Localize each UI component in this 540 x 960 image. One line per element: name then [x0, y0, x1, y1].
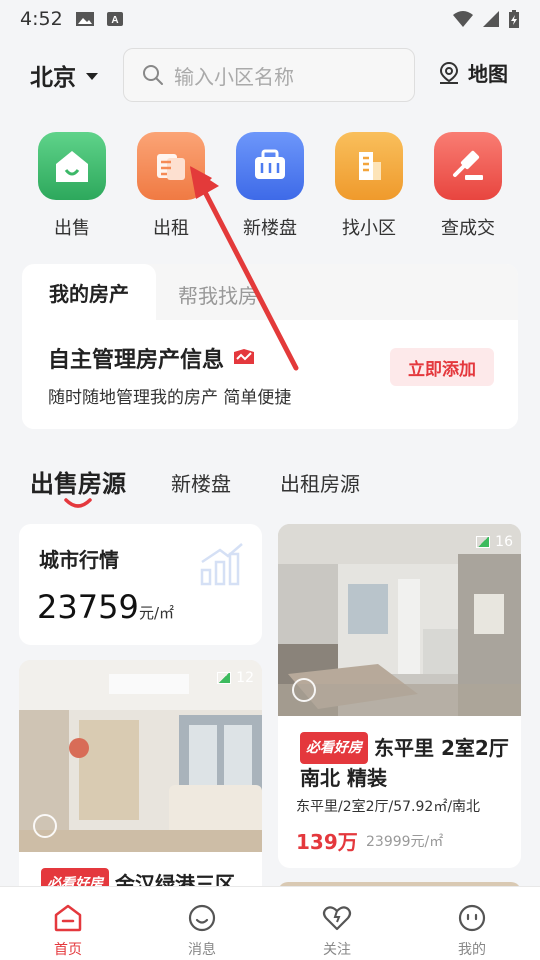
nav-label: 首页: [54, 942, 82, 958]
tab-for-sale[interactable]: 出售房源: [30, 464, 126, 499]
listing-unit-price: 23999元/㎡: [366, 834, 444, 850]
profile-icon: [458, 904, 486, 932]
market-unit: 元/㎡: [139, 604, 175, 622]
quick-action-label: 新楼盘: [243, 218, 297, 239]
app-notification-icon: A: [106, 12, 123, 26]
nav-favorites[interactable]: 关注: [297, 903, 377, 959]
tab-new-homes[interactable]: 新楼盘: [171, 468, 231, 497]
caret-down-icon: [86, 72, 98, 80]
chart-trend-icon: [200, 543, 243, 586]
panel-body: 自主管理房产信息 随时随地管理我的房产 简单便捷 立即添加: [22, 320, 518, 429]
city-selector[interactable]: 北京: [30, 58, 98, 92]
photo-count-value: 12: [236, 670, 254, 686]
tower-icon: [335, 132, 403, 200]
quick-action-new-homes[interactable]: 新楼盘: [220, 132, 320, 240]
battery-icon: [509, 10, 519, 28]
category-tabs: 出售房源 新楼盘 出租房源: [0, 462, 540, 512]
nav-messages[interactable]: 消息: [162, 903, 242, 959]
panel-subtitle: 随时随地管理我的房产 简单便捷: [48, 388, 292, 408]
verified-badge-icon: [234, 349, 255, 364]
tab-find-home[interactable]: 帮我找房: [178, 280, 258, 309]
panel-tabs: 我的房产 帮我找房: [22, 264, 518, 320]
svg-text:A: A: [111, 15, 118, 26]
search-placeholder: 输入小区名称: [174, 64, 294, 89]
quick-action-label: 查成交: [441, 218, 495, 239]
add-property-button[interactable]: 立即添加: [390, 348, 494, 386]
search-icon: [143, 65, 163, 85]
market-card[interactable]: 城市行情 23759 元/㎡: [19, 524, 262, 645]
quick-action-label: 出租: [153, 218, 189, 239]
map-label: 地图: [468, 62, 508, 86]
active-tab-indicator: [64, 498, 92, 508]
nav-profile[interactable]: 我的: [432, 903, 512, 959]
quick-action-find-community[interactable]: 找小区: [319, 132, 419, 240]
quick-action-rent[interactable]: 出租: [121, 132, 221, 240]
market-title: 城市行情: [39, 548, 119, 572]
property-panel: 我的房产 帮我找房 自主管理房产信息 随时随地管理我的房产 简单便捷 立即添加: [22, 264, 518, 429]
location-pin-icon: [439, 61, 459, 84]
nav-label: 我的: [458, 942, 486, 958]
quick-action-sell[interactable]: 出售: [22, 132, 122, 240]
vr-tour-icon[interactable]: [33, 814, 57, 838]
image-notification-icon: [75, 12, 94, 26]
gallery-icon: [476, 536, 491, 548]
listing-card[interactable]: 16 必看好房 东平里 2室2厅 南北 精装 东平里/2室2厅/57.92㎡/南北…: [278, 524, 521, 868]
listing-title-block: 必看好房 东平里 2室2厅 南北 精装: [300, 732, 512, 792]
header: 北京 输入小区名称 地图: [0, 46, 540, 104]
market-price: 23759: [37, 588, 139, 626]
tab-my-property[interactable]: 我的房产: [22, 264, 156, 320]
city-label: 北京: [30, 65, 76, 91]
map-button[interactable]: 地图: [438, 58, 508, 87]
panel-title: 自主管理房产信息: [48, 348, 225, 373]
listing-tag: 必看好房: [300, 732, 368, 764]
search-input[interactable]: 输入小区名称: [123, 48, 415, 102]
signal-icon: [483, 11, 499, 27]
building-icon: [236, 132, 304, 200]
vr-tour-icon[interactable]: [292, 678, 316, 702]
quick-actions: 出售 出租 新楼盘 找小区 查成交: [0, 132, 540, 242]
bottom-nav: 首页 消息 关注 我的: [0, 886, 540, 960]
nav-label: 关注: [323, 942, 351, 958]
nav-label: 消息: [188, 942, 216, 958]
status-bar: 4:52 A: [0, 0, 540, 38]
gavel-icon: [434, 132, 502, 200]
home-icon: [54, 904, 82, 932]
listing-card[interactable]: 12 必看好房 金汉绿港三区: [19, 660, 262, 900]
photo-count-value: 16: [495, 534, 513, 550]
quick-action-label: 出售: [54, 218, 90, 239]
house-icon: [38, 132, 106, 200]
listing-price: 139万: [296, 830, 358, 854]
quick-action-label: 找小区: [342, 218, 396, 239]
quick-action-transactions[interactable]: 查成交: [418, 132, 518, 240]
listing-photo[interactable]: 12: [19, 660, 262, 852]
photo-count: 16: [476, 534, 513, 550]
gallery-icon: [217, 672, 232, 684]
document-icon: [137, 132, 205, 200]
tab-for-rent[interactable]: 出租房源: [280, 468, 360, 497]
panel-title-row: 自主管理房产信息: [48, 342, 256, 374]
message-icon: [188, 904, 216, 932]
photo-count: 12: [217, 670, 254, 686]
heart-icon: [322, 906, 352, 931]
status-time: 4:52: [20, 8, 63, 30]
listing-desc: 东平里/2室2厅/57.92㎡/南北: [296, 799, 481, 815]
nav-home[interactable]: 首页: [28, 903, 108, 959]
listing-photo[interactable]: 16: [278, 524, 521, 716]
wifi-icon: [453, 11, 473, 27]
